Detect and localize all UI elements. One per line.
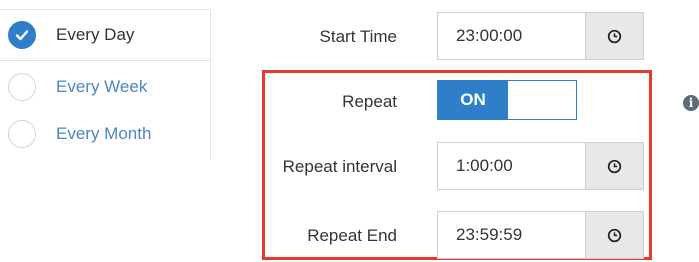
repeat-toggle[interactable]: ON xyxy=(437,80,577,120)
schedule-settings: Every Day Every Week Every Month Start T… xyxy=(0,0,699,262)
start-time-clock-button[interactable] xyxy=(585,13,643,59)
radio-label: Every Day xyxy=(56,25,135,44)
clock-icon xyxy=(607,29,622,43)
radio-unchecked-icon[interactable] xyxy=(8,120,36,148)
start-time-field: 23:00:00 xyxy=(437,12,644,60)
info-icon[interactable]: i xyxy=(683,95,699,111)
repeat-interval-field: 1:00:00 xyxy=(437,142,644,190)
radio-checked-icon[interactable] xyxy=(8,21,36,49)
radio-every-day[interactable]: Every Day xyxy=(8,18,134,52)
repeat-interval-clock-button[interactable] xyxy=(585,143,643,189)
start-time-label: Start Time xyxy=(319,27,397,46)
repeat-end-clock-button[interactable] xyxy=(585,212,643,258)
radio-every-week[interactable]: Every Week xyxy=(8,70,147,104)
frequency-radio-group: Every Day Every Week Every Month xyxy=(0,8,211,160)
repeat-label: Repeat xyxy=(342,92,397,111)
clock-icon xyxy=(607,228,622,242)
divider xyxy=(0,60,211,61)
repeat-interval-label: Repeat interval xyxy=(282,157,397,176)
repeat-end-label: Repeat End xyxy=(307,226,397,245)
clock-icon xyxy=(607,159,622,173)
radio-unchecked-icon[interactable] xyxy=(8,73,36,101)
start-time-input[interactable]: 23:00:00 xyxy=(438,13,585,59)
repeat-interval-input[interactable]: 1:00:00 xyxy=(438,143,585,189)
radio-every-month[interactable]: Every Month xyxy=(8,117,151,151)
toggle-off-area xyxy=(508,81,576,119)
repeat-end-input[interactable]: 23:59:59 xyxy=(438,212,585,258)
radio-label: Every Week xyxy=(56,77,148,96)
divider xyxy=(210,9,211,160)
repeat-end-field: 23:59:59 xyxy=(437,211,644,259)
toggle-on-label: ON xyxy=(438,81,508,119)
radio-label: Every Month xyxy=(56,124,152,143)
divider xyxy=(0,9,211,10)
